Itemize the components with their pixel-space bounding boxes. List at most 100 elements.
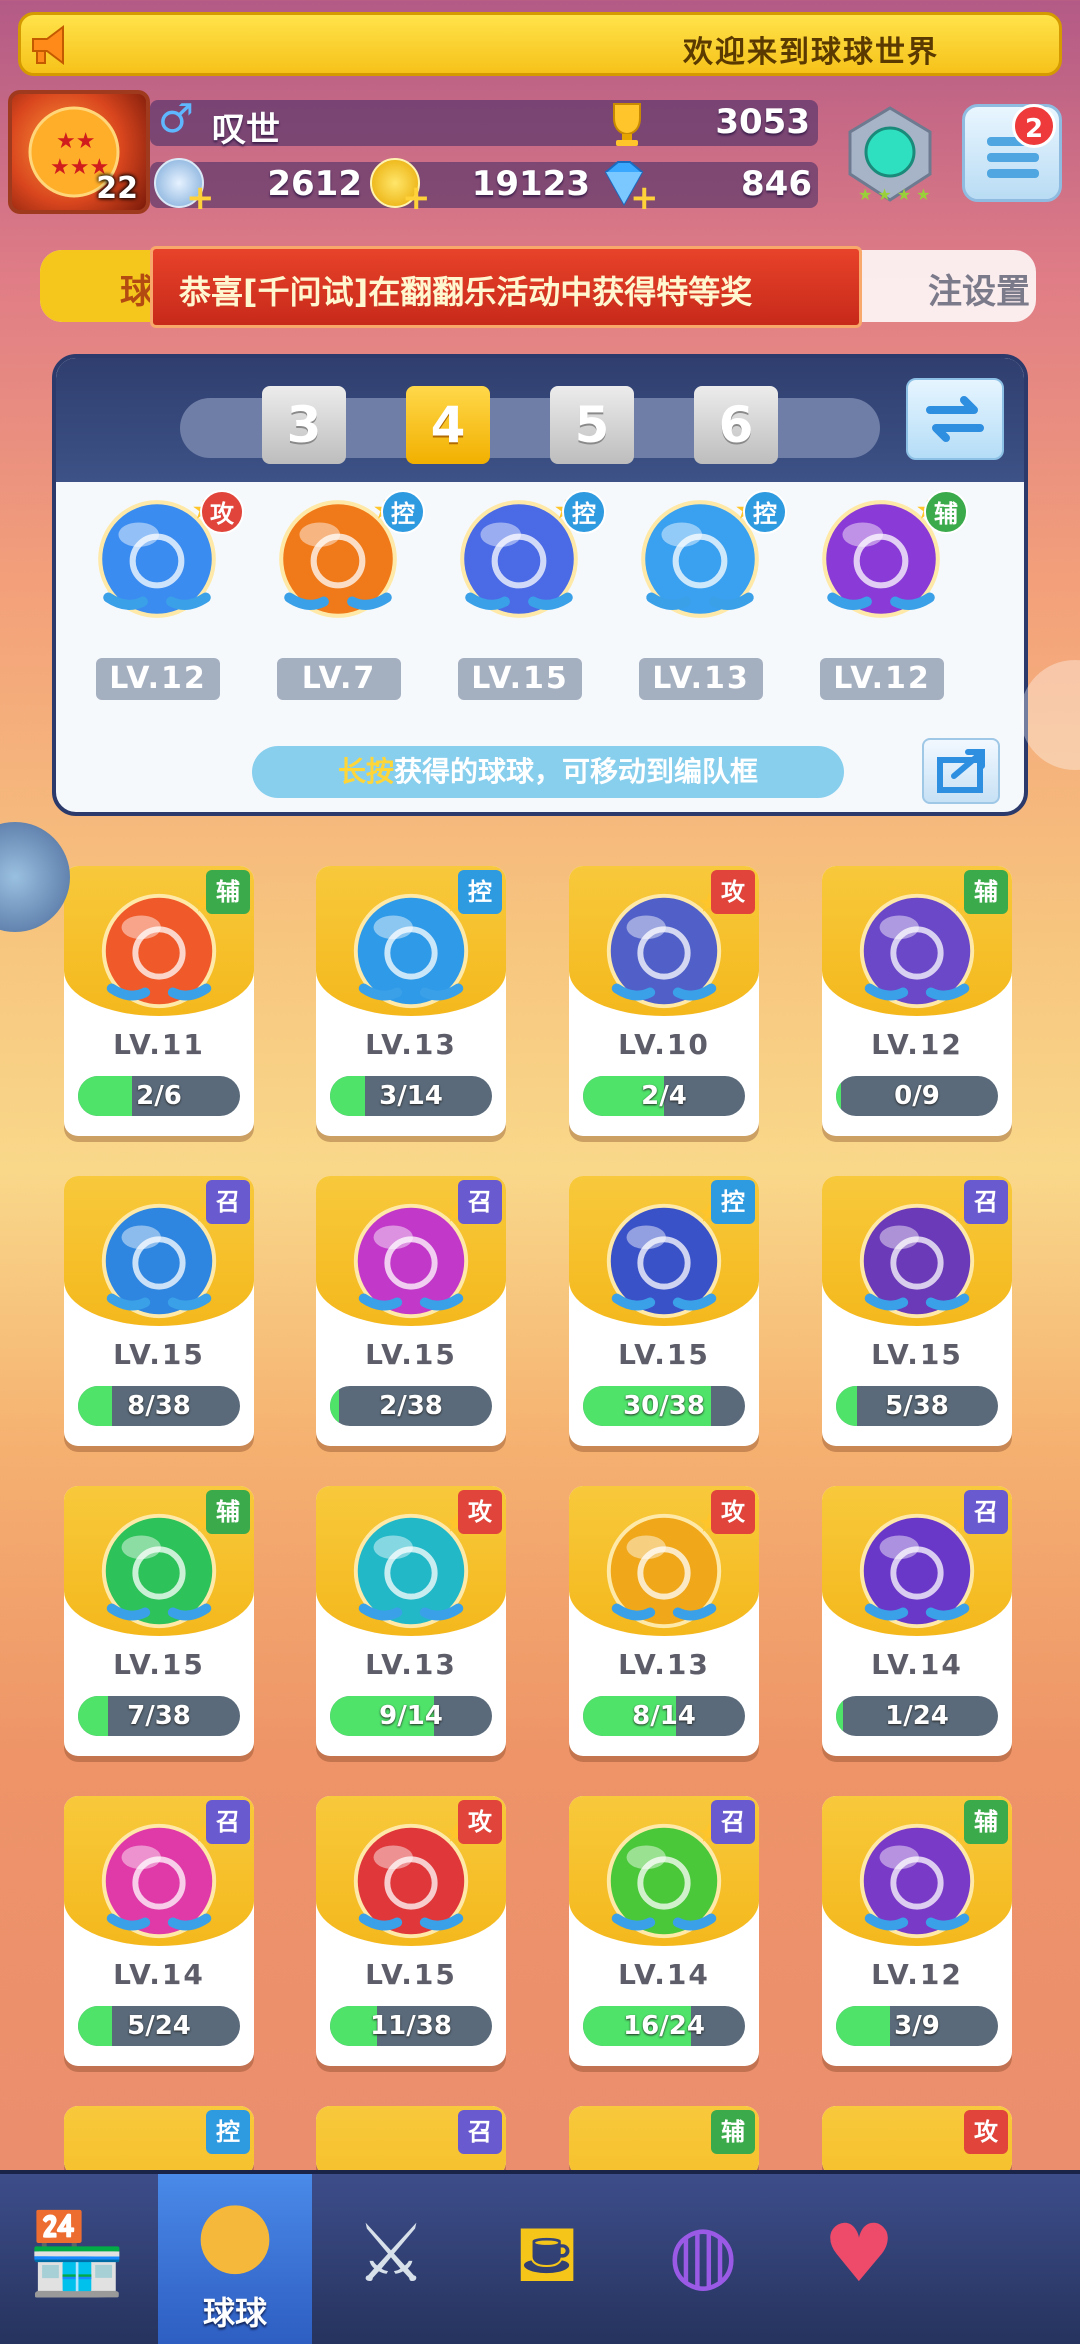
- ball-level: LV.14: [113, 1958, 205, 1991]
- ball-card[interactable]: ★ 召 LV.15 5/38: [822, 1176, 1012, 1446]
- shard-progress-bar: 7/38: [78, 1696, 240, 1736]
- role-tag: 召: [458, 2110, 502, 2154]
- side-dolphin-button[interactable]: [0, 822, 70, 932]
- shard-progress-bar: 3/9: [836, 2006, 998, 2046]
- ball-level: LV.15: [113, 1648, 205, 1681]
- ball-card[interactable]: ★ 召 LV.14 16/24: [569, 1796, 759, 2066]
- ball-level: LV.14: [618, 1958, 710, 1991]
- shard-progress-text: 5/24: [127, 2011, 191, 2041]
- role-tag: 控: [206, 2110, 250, 2154]
- ball-card-partial[interactable]: 攻: [822, 2106, 1012, 2176]
- svg-text:★★: ★★: [56, 129, 95, 154]
- announcement-text: 恭喜[千问试]在翻翻乐活动中获得特等奖: [179, 273, 753, 311]
- ball-card[interactable]: ★ 控 LV.15 30/38: [569, 1176, 759, 1446]
- share-icon: [937, 749, 985, 793]
- male-icon: ♂: [158, 96, 194, 142]
- ball-level: LV.15: [365, 1338, 457, 1371]
- share-button[interactable]: [922, 738, 1000, 804]
- shard-progress-text: 9/14: [379, 1701, 443, 1731]
- ball-level: LV.11: [113, 1028, 205, 1061]
- nav-planet[interactable]: ◍: [626, 2174, 780, 2344]
- role-tag: 辅: [924, 490, 968, 534]
- drag-hint: 长按获得的球球，可移动到编队框: [252, 746, 844, 798]
- role-tag: 控: [711, 1180, 755, 1224]
- page-tab-3[interactable]: 3: [262, 386, 346, 464]
- ball-card-partial[interactable]: 辅: [569, 2106, 759, 2176]
- role-tag: 控: [562, 490, 606, 534]
- tab-settings[interactable]: 注设置: [928, 264, 1030, 313]
- page-tab-4[interactable]: 4: [406, 386, 490, 464]
- role-tag: 辅: [964, 1800, 1008, 1844]
- role-tag: 召: [206, 1180, 250, 1224]
- ball-level: LV.10: [618, 1028, 710, 1061]
- nav-chat-heart[interactable]: ♥: [782, 2174, 936, 2344]
- ball-level: LV.15: [871, 1338, 963, 1371]
- swap-team-button[interactable]: [906, 378, 1004, 460]
- shard-progress-text: 16/24: [623, 2011, 705, 2041]
- shard-progress-bar: 16/24: [583, 2006, 745, 2046]
- team-ball-level: LV.12: [820, 658, 944, 700]
- nav-whistle[interactable]: ⛾: [470, 2174, 624, 2344]
- ball-level: LV.15: [618, 1338, 710, 1371]
- shard-progress-bar: 5/24: [78, 2006, 240, 2046]
- page-tab-6[interactable]: 6: [694, 386, 778, 464]
- nav-balls[interactable]: ● 球球: [158, 2174, 312, 2344]
- shard-progress-text: 11/38: [370, 2011, 452, 2041]
- banner-message: 欢迎来到球球世界: [683, 35, 939, 70]
- shard-progress-text: 5/38: [885, 1391, 949, 1421]
- nav-shop[interactable]: 🏪: [0, 2174, 154, 2344]
- ball-level: LV.12: [871, 1958, 963, 1991]
- player-avatar[interactable]: ★★ ★★★ 22: [8, 90, 150, 214]
- trophy-icon: [613, 103, 641, 146]
- ball-card[interactable]: ★ 辅 LV.12 3/9: [822, 1796, 1012, 2066]
- shard-progress-text: 2/4: [641, 1081, 687, 1111]
- shard-progress-bar: 1/24: [836, 1696, 998, 1736]
- rank-badge-icon[interactable]: ★ ★ ★ ★: [838, 104, 942, 208]
- announcement-scroll: 恭喜[千问试]在翻翻乐活动中获得特等奖: [150, 246, 862, 328]
- team-ball-level: LV.15: [458, 658, 582, 700]
- shard-progress-bar: 2/4: [583, 1076, 745, 1116]
- ball-card[interactable]: ★ 控 LV.13 3/14: [316, 866, 506, 1136]
- ball-card[interactable]: ★ 辅 LV.11 2/6: [64, 866, 254, 1136]
- shard-progress-bar: 3/14: [330, 1076, 492, 1116]
- ball-card[interactable]: ★ 攻 LV.13 8/14: [569, 1486, 759, 1756]
- ball-card-partial[interactable]: 召: [316, 2106, 506, 2176]
- team-ball-level: LV.7: [277, 658, 401, 700]
- add-gem-icon[interactable]: +: [630, 178, 659, 218]
- ball-card[interactable]: ★ 召 LV.14 5/24: [64, 1796, 254, 2066]
- page-tab-5[interactable]: 5: [550, 386, 634, 464]
- side-edge-button[interactable]: [1020, 660, 1080, 770]
- shard-progress-bar: 9/14: [330, 1696, 492, 1736]
- ball-level: LV.12: [871, 1028, 963, 1061]
- trophy-count: 3053: [715, 102, 810, 142]
- shard-progress-text: 8/38: [127, 1391, 191, 1421]
- ball-card[interactable]: ★ 攻 LV.13 9/14: [316, 1486, 506, 1756]
- ball-card-partial[interactable]: 控: [64, 2106, 254, 2176]
- role-tag: 控: [381, 490, 425, 534]
- ball-card[interactable]: ★ 召 LV.14 1/24: [822, 1486, 1012, 1756]
- ball-card[interactable]: ★ 攻 LV.10 2/4: [569, 866, 759, 1136]
- shard-progress-text: 3/14: [379, 1081, 443, 1111]
- whistle-icon: ⛾: [514, 2207, 580, 2300]
- ball-card[interactable]: ★ 召 LV.15 2/38: [316, 1176, 506, 1446]
- shard-progress-text: 3/9: [894, 2011, 940, 2041]
- role-tag: 攻: [964, 2110, 1008, 2154]
- role-tag: 辅: [206, 1490, 250, 1534]
- add-energy-icon[interactable]: +: [186, 178, 215, 218]
- megaphone-icon: [32, 25, 64, 65]
- player-level: 22: [96, 171, 138, 206]
- ball-card[interactable]: ★ 辅 LV.15 7/38: [64, 1486, 254, 1756]
- shard-progress-text: 8/14: [632, 1701, 696, 1731]
- shard-progress-text: 2/38: [379, 1391, 443, 1421]
- role-tag: 召: [711, 1800, 755, 1844]
- notice-banner[interactable]: 欢迎来到球球世界: [18, 12, 1062, 76]
- nav-crossed-swords[interactable]: ⚔: [314, 2174, 468, 2344]
- add-coin-icon[interactable]: +: [402, 178, 431, 218]
- ball-card[interactable]: ★ 辅 LV.12 0/9: [822, 866, 1012, 1136]
- ball-card[interactable]: ★ 攻 LV.15 11/38: [316, 1796, 506, 2066]
- role-tag: 攻: [711, 1490, 755, 1534]
- shard-progress-text: 30/38: [623, 1391, 705, 1421]
- shard-progress-bar: 2/38: [330, 1386, 492, 1426]
- role-tag: 辅: [206, 870, 250, 914]
- ball-card[interactable]: ★ 召 LV.15 8/38: [64, 1176, 254, 1446]
